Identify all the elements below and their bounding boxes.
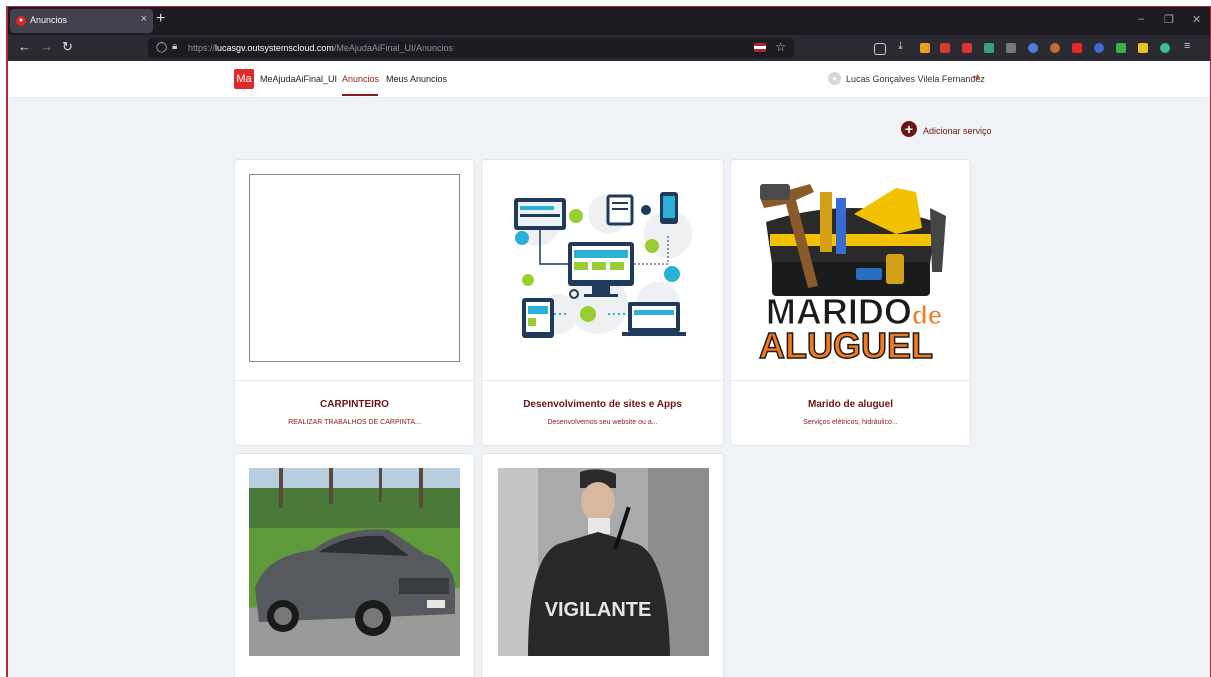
vigilante-word: VIGILANTE	[545, 599, 652, 621]
url-text[interactable]: https://lucasgv.outsystemscloud.com/MeAj…	[188, 43, 453, 53]
tab-close-icon[interactable]: ×	[141, 13, 147, 25]
extension-11-icon[interactable]	[1138, 43, 1148, 53]
pocket-icon[interactable]	[874, 43, 886, 55]
toolbag-illustration: MARIDOde ALUGUEL	[746, 174, 957, 367]
tab-title: Anuncios	[30, 15, 68, 25]
navigation-toolbar: ← → ↻ ◯ 🔒︎ https://lucasgv.outsystemsclo…	[8, 35, 1210, 61]
card-description: Serviços elétricos, hidráulico...	[803, 419, 898, 426]
extension-1-icon[interactable]	[920, 43, 930, 53]
extension-2-icon[interactable]	[940, 43, 950, 53]
menu-icon[interactable]: ≡	[1184, 40, 1194, 52]
extension-10-icon[interactable]	[1116, 43, 1126, 53]
app-logo[interactable]: Ma	[234, 69, 254, 89]
add-service-label: Adicionar serviço	[923, 126, 992, 136]
card-title[interactable]: Marido de aluguel	[731, 399, 970, 410]
download-icon[interactable]: ⤓	[898, 40, 908, 52]
tracking-shield-icon[interactable]: ◯	[156, 42, 167, 53]
car-photo	[249, 468, 460, 656]
outsystems-favicon-icon: ●	[16, 16, 26, 26]
app-header: Ma MeAjudaAiFinal_UI Anuncios Meus Anunc…	[8, 61, 1210, 98]
logout-icon[interactable]: ➜	[972, 72, 980, 83]
extension-8-icon[interactable]	[1072, 43, 1082, 53]
card-image	[498, 174, 709, 362]
service-card-marido[interactable]: MARIDOde ALUGUEL Marido de aluguel Servi…	[730, 159, 971, 446]
web-devices-illustration	[514, 192, 692, 338]
card-title[interactable]: CARPINTEIRO	[235, 399, 474, 410]
aluguel-word: ALUGUEL	[759, 325, 933, 362]
service-card-vigilante[interactable]: VIGILANTE	[481, 453, 724, 677]
card-title[interactable]: Desenvolvimento de sites e Apps	[482, 399, 723, 410]
service-card-desenvolvimento[interactable]: Desenvolvimento de sites e Apps Desenvol…	[481, 159, 724, 446]
service-card-carpinteiro[interactable]: CARPINTEIRO REALIZAR TRABALHOS DE CARPIN…	[234, 159, 475, 446]
user-avatar-icon[interactable]: ●	[828, 72, 841, 85]
card-divider	[731, 380, 970, 381]
extension-9-icon[interactable]	[1094, 43, 1104, 53]
extension-4-icon[interactable]	[984, 43, 994, 53]
forward-arrow-icon[interactable]: →	[40, 39, 53, 54]
close-window-button[interactable]: ✕	[1192, 13, 1201, 26]
nav-meus-anuncios[interactable]: Meus Anuncios	[386, 74, 447, 84]
url-prefix: https://	[188, 43, 216, 53]
tab-anuncios[interactable]: ● Anuncios ×	[10, 9, 153, 33]
user-name[interactable]: Lucas Gonçalves Vilela Fernandez	[846, 74, 985, 84]
extension-7-icon[interactable]	[1050, 43, 1060, 53]
card-image	[249, 174, 460, 362]
card-description: REALIZAR TRABALHOS DE CARPINTA...	[288, 419, 421, 426]
card-description: Desenvolvemos seu website ou a...	[547, 419, 658, 426]
card-image	[249, 468, 460, 656]
back-arrow-icon[interactable]: ←	[18, 39, 31, 54]
card-image: MARIDOde ALUGUEL	[746, 174, 957, 367]
card-divider	[482, 380, 723, 381]
card-divider	[235, 380, 474, 381]
active-nav-indicator	[342, 94, 378, 96]
extension-12-icon[interactable]	[1160, 43, 1170, 53]
url-path: /MeAjudaAiFinal_UI/Anuncios	[333, 43, 453, 53]
translate-flag-icon[interactable]	[754, 43, 766, 52]
browser-window: ● Anuncios × + – ❐ ✕ ← → ↻ ◯ 🔒︎ https://…	[6, 6, 1211, 677]
extension-6-icon[interactable]	[1028, 43, 1038, 53]
url-host: lucasgv.outsystemscloud.com	[215, 43, 334, 53]
address-bar[interactable]: ◯ 🔒︎ https://lucasgv.outsystemscloud.com…	[148, 38, 794, 58]
service-card-car[interactable]	[234, 453, 475, 677]
restore-button[interactable]: ❐	[1164, 13, 1174, 26]
tab-bar: ● Anuncios × + – ❐ ✕	[8, 7, 1210, 35]
app-name[interactable]: MeAjudaAiFinal_UI	[260, 74, 337, 84]
extension-3-icon[interactable]	[962, 43, 972, 53]
minimize-button[interactable]: –	[1138, 13, 1144, 25]
security-guard-photo: VIGILANTE	[498, 468, 709, 656]
new-tab-button[interactable]: +	[156, 10, 165, 28]
plus-circle-icon: +	[901, 121, 917, 137]
extension-5-icon[interactable]	[1006, 43, 1016, 53]
reload-icon[interactable]: ↻	[62, 39, 73, 55]
lock-icon[interactable]: 🔒︎	[172, 41, 177, 52]
image-placeholder	[249, 174, 460, 362]
nav-anuncios[interactable]: Anuncios	[342, 74, 379, 84]
bookmark-star-icon[interactable]: ☆	[775, 40, 786, 54]
card-image: VIGILANTE	[498, 468, 709, 656]
